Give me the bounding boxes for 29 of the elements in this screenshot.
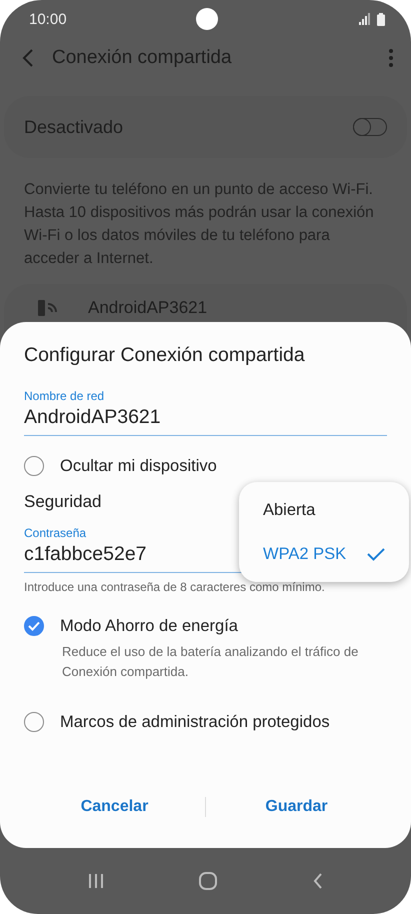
back-icon[interactable]: [313, 873, 324, 889]
switch-label: Desactivado: [24, 116, 124, 138]
hotspot-icon: [38, 298, 60, 318]
dialog-button[interactable]: Guardar: [206, 790, 387, 824]
checkbox-label: Modo Ahorro de energía: [60, 616, 238, 636]
back-icon[interactable]: [22, 49, 34, 67]
check-icon: [28, 621, 40, 631]
checkbox[interactable]: [24, 616, 44, 636]
screen-title: Conexión compartida: [52, 47, 233, 69]
checkbox[interactable]: [24, 712, 44, 732]
dialog-title: Configurar Conexión compartida: [24, 344, 306, 367]
status-time: 10:00: [29, 10, 68, 28]
hotspot-toggle[interactable]: [353, 118, 387, 136]
more-options-icon[interactable]: [389, 49, 393, 67]
security-label: Seguridad: [24, 492, 102, 512]
checkmark-icon: [367, 548, 385, 560]
battery-icon: [377, 12, 385, 26]
password-hint: Introduce una contraseña de 8 caracteres como mínimo.: [24, 580, 326, 594]
checkbox-description: Reduce el uso de la batería analizando el tráfico de Conexión compartida.: [62, 643, 360, 681]
recent-apps-icon[interactable]: [88, 873, 104, 889]
network-name: AndroidAP3621: [88, 298, 208, 318]
checkbox[interactable]: [24, 456, 44, 476]
camera-cutout: [196, 8, 218, 30]
checkbox-label: Ocultar mi dispositivo: [60, 456, 217, 476]
network-name-field[interactable]: Nombre de red AndroidAP3621: [24, 389, 387, 436]
dialog-button[interactable]: Cancelar: [24, 790, 205, 824]
checkbox-label: Marcos de administración protegidos: [60, 712, 330, 732]
signal-icon: [359, 13, 371, 25]
home-icon[interactable]: [199, 872, 218, 890]
